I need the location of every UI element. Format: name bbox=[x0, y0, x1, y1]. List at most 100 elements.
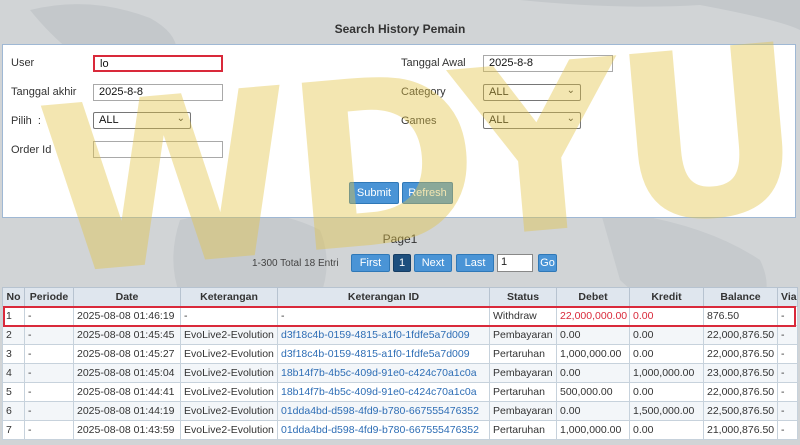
history-table: No Periode Date Keterangan Keterangan ID… bbox=[2, 287, 798, 440]
cell-keterangan: EvoLive2-Evolution bbox=[180, 401, 278, 421]
cell-via: - bbox=[777, 382, 798, 402]
table-row[interactable]: 2 - 2025-08-08 01:45:45 EvoLive2-Evoluti… bbox=[2, 325, 798, 345]
order-id-input[interactable] bbox=[93, 141, 223, 158]
header-kredit: Kredit bbox=[629, 287, 704, 307]
last-page-button[interactable]: Last bbox=[456, 254, 494, 272]
cell-no: 1 bbox=[2, 306, 25, 326]
table-row[interactable]: 3 - 2025-08-08 01:45:27 EvoLive2-Evoluti… bbox=[2, 344, 798, 364]
cell-via: - bbox=[777, 363, 798, 383]
cell-date: 2025-08-08 01:45:27 bbox=[73, 344, 181, 364]
tanggal-awal-input[interactable]: 2025-8-8 bbox=[483, 55, 613, 72]
header-status: Status bbox=[489, 287, 557, 307]
cell-keterangan-id-link[interactable]: 18b14f7b-4b5c-409d-91e0-c424c70a1c0a bbox=[277, 363, 490, 383]
first-page-button[interactable]: First bbox=[351, 254, 390, 272]
tanggal-akhir-label: Tanggal akhir bbox=[11, 86, 77, 98]
cell-debet: 0.00 bbox=[556, 401, 630, 421]
table-row[interactable]: 7 - 2025-08-08 01:43:59 EvoLive2-Evoluti… bbox=[2, 420, 798, 440]
cell-kredit: 0.00 bbox=[629, 325, 704, 345]
cell-date: 2025-08-08 01:43:59 bbox=[73, 420, 181, 440]
cell-kredit: 0.00 bbox=[629, 344, 704, 364]
cell-kredit: 1,000,000.00 bbox=[629, 363, 704, 383]
cell-periode: - bbox=[24, 420, 74, 440]
games-select-value: ALL bbox=[489, 114, 509, 126]
table-row[interactable]: 5 - 2025-08-08 01:44:41 EvoLive2-Evoluti… bbox=[2, 382, 798, 402]
cell-via: - bbox=[777, 325, 798, 345]
cell-keterangan: EvoLive2-Evolution bbox=[180, 325, 278, 345]
entries-info: 1-300 Total 18 Entri bbox=[252, 258, 339, 269]
cell-debet: 0.00 bbox=[556, 363, 630, 383]
cell-keterangan-id-link[interactable]: d3f18c4b-0159-4815-a1f0-1fdfe5a7d009 bbox=[277, 325, 490, 345]
cell-periode: - bbox=[24, 382, 74, 402]
cell-periode: - bbox=[24, 363, 74, 383]
cell-status: Pembayaran bbox=[489, 401, 557, 421]
page-indicator: Page1 bbox=[382, 232, 418, 246]
cell-balance: 23,000,876.50 bbox=[703, 363, 778, 383]
cell-debet: 0.00 bbox=[556, 325, 630, 345]
page-title: Search History Pemain bbox=[334, 22, 466, 36]
cell-periode: - bbox=[24, 306, 74, 326]
header-keterangan: Keterangan bbox=[180, 287, 278, 307]
cell-keterangan-id-link[interactable]: 01dda4bd-d598-4fd9-b780-667555476352 bbox=[277, 420, 490, 440]
next-page-button[interactable]: Next bbox=[414, 254, 452, 272]
cell-status: Pembayaran bbox=[489, 363, 557, 383]
cell-debet: 1,000,000.00 bbox=[556, 420, 630, 440]
table-header-row: No Periode Date Keterangan Keterangan ID… bbox=[2, 287, 798, 307]
chevron-down-icon: ⌄ bbox=[176, 113, 185, 124]
table-row[interactable]: 1 - 2025-08-08 01:46:19 - - Withdraw 22,… bbox=[2, 306, 798, 326]
header-balance: Balance bbox=[703, 287, 778, 307]
cell-no: 4 bbox=[2, 363, 25, 383]
go-button[interactable]: Go bbox=[538, 254, 557, 272]
refresh-button[interactable]: Refresh bbox=[402, 182, 453, 204]
games-select[interactable]: ALL ⌄ bbox=[483, 112, 581, 129]
header-periode: Periode bbox=[24, 287, 74, 307]
cell-debet: 1,000,000.00 bbox=[556, 344, 630, 364]
cell-kredit: 1,500,000.00 bbox=[629, 401, 704, 421]
cell-status: Pembayaran bbox=[489, 325, 557, 345]
cell-via: - bbox=[777, 344, 798, 364]
cell-date: 2025-08-08 01:44:41 bbox=[73, 382, 181, 402]
cell-keterangan-id-link[interactable]: 01dda4bd-d598-4fd9-b780-667555476352 bbox=[277, 401, 490, 421]
pilih-select-value: ALL bbox=[99, 114, 119, 126]
header-debet: Debet bbox=[556, 287, 630, 307]
cell-status: Pertaruhan bbox=[489, 382, 557, 402]
header-via: Via bbox=[777, 287, 798, 307]
tanggal-akhir-input[interactable]: 2025-8-8 bbox=[93, 84, 223, 101]
cell-balance: 22,000,876.50 bbox=[703, 382, 778, 402]
cell-balance: 876.50 bbox=[703, 306, 778, 326]
cell-keterangan: EvoLive2-Evolution bbox=[180, 344, 278, 364]
cell-balance: 21,000,876.50 bbox=[703, 420, 778, 440]
chevron-down-icon: ⌄ bbox=[566, 113, 575, 124]
table-row[interactable]: 4 - 2025-08-08 01:45:04 EvoLive2-Evoluti… bbox=[2, 363, 798, 383]
cell-status: Withdraw bbox=[489, 306, 557, 326]
header-keterangan-id: Keterangan ID bbox=[277, 287, 490, 307]
user-label: User bbox=[11, 57, 35, 69]
cell-no: 7 bbox=[2, 420, 25, 440]
cell-status: Pertaruhan bbox=[489, 344, 557, 364]
cell-via: - bbox=[777, 401, 798, 421]
cell-keterangan-id-link[interactable]: 18b14f7b-4b5c-409d-91e0-c424c70a1c0a bbox=[277, 382, 490, 402]
cell-date: 2025-08-08 01:45:04 bbox=[73, 363, 181, 383]
cell-via: - bbox=[777, 306, 798, 326]
cell-debet: 500,000.00 bbox=[556, 382, 630, 402]
pilih-select[interactable]: ALL ⌄ bbox=[93, 112, 191, 129]
category-label: Category bbox=[401, 86, 446, 98]
submit-button[interactable]: Submit bbox=[349, 182, 399, 204]
cell-no: 2 bbox=[2, 325, 25, 345]
cell-kredit: 0.00 bbox=[629, 420, 704, 440]
cell-keterangan-id: - bbox=[277, 306, 490, 326]
cell-kredit: 0.00 bbox=[629, 306, 704, 326]
cell-periode: - bbox=[24, 325, 74, 345]
pilih-label: Pilih : bbox=[11, 115, 41, 127]
current-page-button[interactable]: 1 bbox=[393, 254, 411, 272]
cell-debet: 22,000,000.00 bbox=[556, 306, 630, 326]
order-id-label: Order Id bbox=[11, 144, 52, 156]
page-number-input[interactable]: 1 bbox=[497, 254, 533, 272]
user-input[interactable]: lo bbox=[93, 55, 223, 72]
cell-date: 2025-08-08 01:45:45 bbox=[73, 325, 181, 345]
cell-keterangan-id-link[interactable]: d3f18c4b-0159-4815-a1f0-1fdfe5a7d009 bbox=[277, 344, 490, 364]
category-select[interactable]: ALL ⌄ bbox=[483, 84, 581, 101]
games-label: Games bbox=[401, 115, 437, 127]
cell-no: 3 bbox=[2, 344, 25, 364]
cell-no: 6 bbox=[2, 401, 25, 421]
table-row[interactable]: 6 - 2025-08-08 01:44:19 EvoLive2-Evoluti… bbox=[2, 401, 798, 421]
